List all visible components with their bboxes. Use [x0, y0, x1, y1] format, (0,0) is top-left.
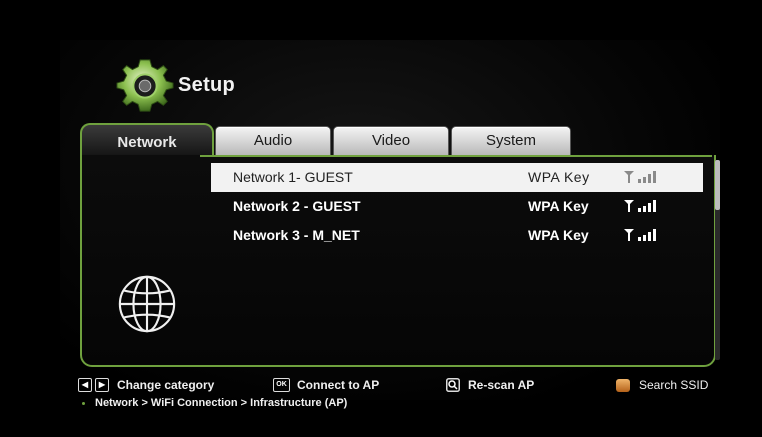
ok-key-icon: OK [273, 378, 290, 392]
scrollbar-thumb[interactable] [715, 160, 720, 210]
orange-key-icon [616, 378, 630, 392]
tab-audio[interactable]: Audio [216, 127, 330, 155]
network-security: WPA Key [528, 169, 590, 185]
tab-system[interactable]: System [452, 127, 570, 155]
tab-network[interactable]: Network [80, 123, 214, 159]
network-ssid: Network 1- GUEST [233, 169, 353, 185]
hint-change-category: ◀ ▶ Change category [78, 378, 214, 392]
search-key-icon [446, 378, 460, 392]
globe-icon [118, 275, 176, 333]
breadcrumb: Network > WiFi Connection > Infrastructu… [82, 397, 347, 409]
wifi-signal-icon [624, 229, 656, 241]
hint-search-ssid: Search SSID [616, 378, 708, 392]
right-arrow-key-icon: ▶ [95, 378, 109, 392]
left-arrow-key-icon: ◀ [78, 378, 92, 392]
change-category-label: Change category [117, 378, 215, 392]
hint-rescan: Re-scan AP [446, 378, 534, 392]
network-security: WPA Key [528, 198, 589, 214]
wifi-signal-icon [624, 171, 656, 183]
tab-video[interactable]: Video [334, 127, 448, 155]
panel-divider [200, 155, 712, 157]
network-ssid: Network 2 - GUEST [233, 198, 361, 214]
wifi-signal-icon [624, 200, 656, 212]
search-ssid-label: Search SSID [639, 378, 709, 392]
network-row[interactable]: Network 3 - M_NET WPA Key [211, 221, 703, 250]
hint-connect: OK Connect to AP [273, 378, 379, 392]
rescan-label: Re-scan AP [468, 378, 535, 392]
bullet-icon [82, 401, 85, 405]
network-row[interactable]: Network 1- GUEST WPA Key [211, 163, 703, 192]
connect-label: Connect to AP [297, 378, 380, 392]
gear-icon [116, 59, 174, 112]
breadcrumb-text: Network > WiFi Connection > Infrastructu… [95, 397, 348, 409]
network-row[interactable]: Network 2 - GUEST WPA Key [211, 192, 703, 221]
setup-header: Setup [116, 56, 235, 114]
network-ssid: Network 3 - M_NET [233, 227, 360, 243]
network-list: Network 1- GUEST WPA Key Network 2 - GUE… [211, 163, 703, 250]
network-security: WPA Key [528, 227, 589, 243]
page-title: Setup [178, 73, 236, 96]
